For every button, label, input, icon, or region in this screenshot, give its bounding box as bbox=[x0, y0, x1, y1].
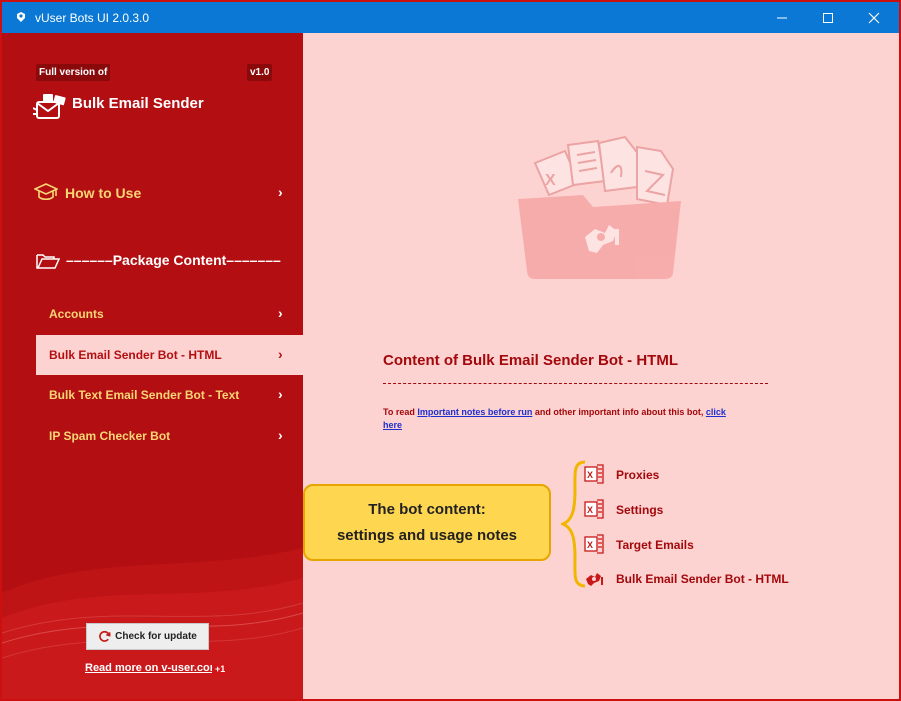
graduation-cap-icon bbox=[34, 183, 58, 201]
main-content: X Content of Bulk Email Sender Bot - HTM… bbox=[303, 33, 899, 699]
version-badge: v1.0 bbox=[247, 64, 273, 81]
file-label: Proxies bbox=[616, 468, 660, 482]
chevron-right-icon: › bbox=[278, 427, 283, 443]
check-for-update-label: Check for update bbox=[115, 631, 197, 642]
chevron-right-icon: › bbox=[278, 346, 283, 362]
refresh-icon bbox=[99, 630, 111, 642]
sidebar-item-label: Bulk Email Sender Bot - HTML bbox=[49, 348, 222, 362]
svg-text:X: X bbox=[587, 470, 593, 480]
callout-line-2: settings and usage notes bbox=[336, 527, 518, 544]
file-label: Target Emails bbox=[616, 538, 694, 552]
read-more-link[interactable]: Read more on v-user.com bbox=[85, 662, 220, 674]
content-title: Content of Bulk Email Sender Bot - HTML bbox=[383, 352, 678, 369]
chevron-right-icon: › bbox=[278, 305, 283, 321]
sidebar-item-label: IP Spam Checker Bot bbox=[49, 429, 171, 443]
excel-icon: X bbox=[584, 464, 604, 484]
email-sender-logo-icon bbox=[33, 94, 66, 119]
sidebar: Full version of v1.0 Bulk Email Sender H… bbox=[2, 33, 303, 699]
window-title: vUser Bots UI 2.0.3.0 bbox=[35, 11, 150, 25]
file-label: Bulk Email Sender Bot - HTML bbox=[616, 572, 789, 586]
full-version-badge: Full version of bbox=[36, 64, 111, 81]
svg-text:X: X bbox=[587, 540, 593, 550]
how-to-use-label: How to Use bbox=[65, 185, 142, 201]
note-middle: and other important info about this bot, bbox=[532, 407, 706, 417]
minimize-icon bbox=[777, 17, 787, 18]
app-icon bbox=[17, 12, 25, 22]
sidebar-item-label: Accounts bbox=[49, 307, 104, 321]
sidebar-item-label: Bulk Text Email Sender Bot - Text bbox=[49, 388, 240, 402]
sidebar-item-accounts[interactable]: Accounts › bbox=[36, 294, 303, 334]
excel-icon: X bbox=[584, 534, 604, 554]
minimize-button[interactable] bbox=[759, 2, 805, 33]
folder-files-illustration-icon: X bbox=[518, 135, 681, 279]
sidebar-item-ip-spam-checker-bot[interactable]: IP Spam Checker Bot › bbox=[36, 416, 303, 456]
maximize-icon bbox=[823, 12, 833, 23]
file-label: Settings bbox=[616, 503, 664, 517]
how-to-use-item[interactable]: How to Use › bbox=[32, 175, 303, 211]
excel-icon: X bbox=[584, 499, 604, 519]
svg-text:X: X bbox=[587, 505, 593, 515]
chevron-right-icon: › bbox=[278, 386, 283, 402]
app-window: vUser Bots UI 2.0.3.0 Full version of v1… bbox=[0, 0, 901, 701]
sidebar-item-bulk-email-sender-bot-html[interactable]: Bulk Email Sender Bot - HTML › bbox=[36, 335, 303, 375]
robot-arm-icon bbox=[586, 573, 603, 586]
check-for-update-button[interactable]: Check for update bbox=[86, 623, 209, 650]
svg-text:X: X bbox=[545, 172, 556, 189]
plus-one-badge: +1 bbox=[212, 663, 229, 675]
callout-line-1: The bot content: bbox=[368, 501, 486, 518]
title-bar: vUser Bots UI 2.0.3.0 bbox=[2, 2, 899, 33]
app-name: Bulk Email Sender bbox=[72, 95, 204, 112]
important-notes-text: To read Important notes before run and o… bbox=[383, 406, 743, 432]
title-divider bbox=[383, 383, 768, 384]
maximize-button[interactable] bbox=[805, 2, 851, 33]
sidebar-item-bulk-text-email-sender-bot[interactable]: Bulk Text Email Sender Bot - Text › bbox=[36, 375, 303, 415]
note-prefix: To read bbox=[383, 407, 418, 417]
callout-box: The bot content: settings and usage note… bbox=[303, 484, 551, 561]
package-content-heading: ––––––Package Content––––––– bbox=[66, 252, 281, 268]
close-icon bbox=[868, 12, 880, 23]
folder-open-icon bbox=[36, 254, 60, 269]
close-button[interactable] bbox=[851, 2, 897, 33]
important-notes-link[interactable]: Important notes before run bbox=[417, 407, 532, 417]
chevron-right-icon: › bbox=[278, 184, 283, 200]
